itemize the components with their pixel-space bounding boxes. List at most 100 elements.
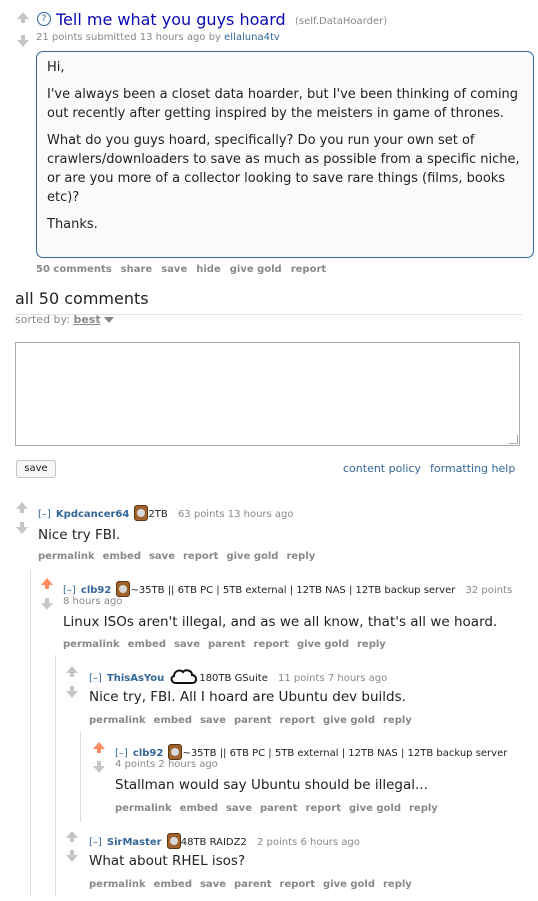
- embed-button[interactable]: embed: [103, 551, 141, 562]
- save-button[interactable]: save: [200, 715, 226, 726]
- comment-buttons: permalink embed save parent report give gold r…: [63, 639, 394, 650]
- reply-button[interactable]: reply: [357, 639, 386, 650]
- comment-downvote-arrow-icon[interactable]: [93, 761, 105, 773]
- comment-buttons: permalink embed save parent report give gold r…: [89, 879, 420, 890]
- comment-body: Linux ISOs aren't illegal, and as we all…: [63, 614, 498, 630]
- post-author-link[interactable]: ellaluna4tv: [224, 32, 280, 43]
- comment-downvote-arrow-icon[interactable]: [41, 598, 53, 610]
- comment-upvote-arrow-icon[interactable]: [66, 831, 78, 842]
- post-buttons: 50 comments share save hide give gold report: [36, 264, 335, 275]
- user-flair: 2TB: [148, 509, 168, 520]
- hide-button[interactable]: hide: [196, 264, 221, 275]
- resize-handle-icon[interactable]: [509, 435, 518, 444]
- comment-author[interactable]: clb92: [133, 748, 163, 759]
- collapse-toggle[interactable]: [–]: [115, 748, 128, 759]
- permalink-button[interactable]: permalink: [89, 715, 146, 726]
- comment-downvote-arrow-icon[interactable]: [16, 522, 28, 534]
- post-downvote-arrow-icon[interactable]: [17, 35, 29, 47]
- post-tagline-text: 21 points submitted 13 hours ago by: [36, 32, 221, 43]
- content-policy-link[interactable]: content policy: [343, 462, 421, 475]
- report-button[interactable]: report: [254, 639, 289, 650]
- post-domain[interactable]: (self.DataHoarder): [295, 16, 387, 27]
- embed-button[interactable]: embed: [180, 803, 218, 814]
- embed-button[interactable]: embed: [154, 715, 192, 726]
- post-title[interactable]: Tell me what you guys hoard: [56, 10, 286, 29]
- permalink-button[interactable]: permalink: [115, 803, 172, 814]
- give-gold-button[interactable]: give gold: [297, 639, 349, 650]
- submit-save-button[interactable]: save: [16, 460, 56, 478]
- report-button[interactable]: report: [280, 879, 315, 890]
- comment-body: Nice try FBI.: [38, 527, 121, 543]
- hard-drive-icon: [168, 743, 183, 760]
- comment-downvote-arrow-icon[interactable]: [66, 686, 78, 698]
- comment-downvote-arrow-icon[interactable]: [66, 850, 78, 862]
- collapse-toggle[interactable]: [–]: [38, 509, 51, 520]
- comment-upvote-arrow-icon[interactable]: [41, 578, 53, 589]
- comments-link[interactable]: 50 comments: [36, 264, 112, 275]
- comment-buttons: permalink embed save report give gold reply: [38, 551, 323, 562]
- share-button[interactable]: share: [121, 264, 153, 275]
- user-flair: ~35TB || 6TB PC | 5TB external | 12TB NA…: [182, 748, 508, 759]
- comment-tagline: [–] ThisAsYou 180TB GSuite 11 points 7 h…: [89, 666, 387, 685]
- save-button[interactable]: save: [200, 879, 226, 890]
- permalink-button[interactable]: permalink: [63, 639, 120, 650]
- comment-buttons: permalink embed save parent report give gold r…: [115, 803, 446, 814]
- comment-buttons: permalink embed save parent report give gold r…: [89, 715, 420, 726]
- post-selftext: Hi, I've always been a closet data hoard…: [36, 51, 534, 258]
- comment-score: 32 points: [465, 585, 513, 596]
- collapse-toggle[interactable]: [–]: [89, 837, 102, 848]
- report-button[interactable]: report: [280, 715, 315, 726]
- save-button[interactable]: save: [226, 803, 252, 814]
- selftext-paragraph: I've always been a closet data hoarder, …: [47, 87, 519, 121]
- permalink-button[interactable]: permalink: [38, 551, 95, 562]
- comment-body: Stallman would say Ubuntu should be ille…: [115, 777, 428, 793]
- help-question-icon[interactable]: ?: [37, 12, 51, 26]
- chevron-down-icon[interactable]: [104, 317, 115, 323]
- sort-menu: sorted by: best: [15, 313, 115, 326]
- comment-upvote-arrow-icon[interactable]: [66, 666, 78, 677]
- comment-upvote-arrow-icon[interactable]: [93, 742, 105, 753]
- thread-line[interactable]: [30, 570, 31, 896]
- save-button[interactable]: save: [161, 264, 187, 275]
- reply-button[interactable]: reply: [286, 551, 315, 562]
- comment-upvote-arrow-icon[interactable]: [16, 502, 28, 513]
- comment-score: 11 points 7 hours ago: [278, 673, 388, 684]
- comment-textarea[interactable]: [15, 342, 520, 446]
- give-gold-button[interactable]: give gold: [323, 715, 375, 726]
- comment-author[interactable]: Kpdcancer64: [56, 509, 129, 520]
- reply-button[interactable]: reply: [383, 715, 412, 726]
- reply-button[interactable]: reply: [409, 803, 438, 814]
- parent-button[interactable]: parent: [234, 715, 272, 726]
- give-gold-button[interactable]: give gold: [323, 879, 375, 890]
- report-button[interactable]: report: [306, 803, 341, 814]
- report-button[interactable]: report: [291, 264, 326, 275]
- parent-button[interactable]: parent: [260, 803, 298, 814]
- comment-author[interactable]: ThisAsYou: [107, 673, 164, 684]
- give-gold-button[interactable]: give gold: [226, 551, 278, 562]
- thread-line[interactable]: [80, 732, 81, 822]
- parent-button[interactable]: parent: [234, 879, 272, 890]
- reply-button[interactable]: reply: [383, 879, 412, 890]
- formatting-help-link[interactable]: formatting help: [430, 462, 515, 475]
- parent-button[interactable]: parent: [208, 639, 246, 650]
- comment-author[interactable]: clb92: [81, 585, 111, 596]
- collapse-toggle[interactable]: [–]: [89, 673, 102, 684]
- collapse-toggle[interactable]: [–]: [63, 585, 76, 596]
- permalink-button[interactable]: permalink: [89, 879, 146, 890]
- comment-body: What about RHEL isos?: [89, 853, 246, 869]
- report-button[interactable]: report: [183, 551, 218, 562]
- thread-line[interactable]: [55, 655, 56, 896]
- give-gold-button[interactable]: give gold: [349, 803, 401, 814]
- save-button[interactable]: save: [174, 639, 200, 650]
- hard-drive-icon: [116, 580, 131, 597]
- post-tagline: 21 points submitted 13 hours ago by ella…: [36, 32, 280, 43]
- post-upvote-arrow-icon[interactable]: [17, 12, 29, 23]
- embed-button[interactable]: embed: [154, 879, 192, 890]
- give-gold-button[interactable]: give gold: [230, 264, 282, 275]
- save-button[interactable]: save: [149, 551, 175, 562]
- comment-author[interactable]: SirMaster: [107, 837, 162, 848]
- embed-button[interactable]: embed: [128, 639, 166, 650]
- sort-dropdown[interactable]: best: [73, 313, 100, 326]
- comment-score: 2 points 6 hours ago: [257, 837, 360, 848]
- user-flair: 48TB RAIDZ2: [180, 837, 247, 848]
